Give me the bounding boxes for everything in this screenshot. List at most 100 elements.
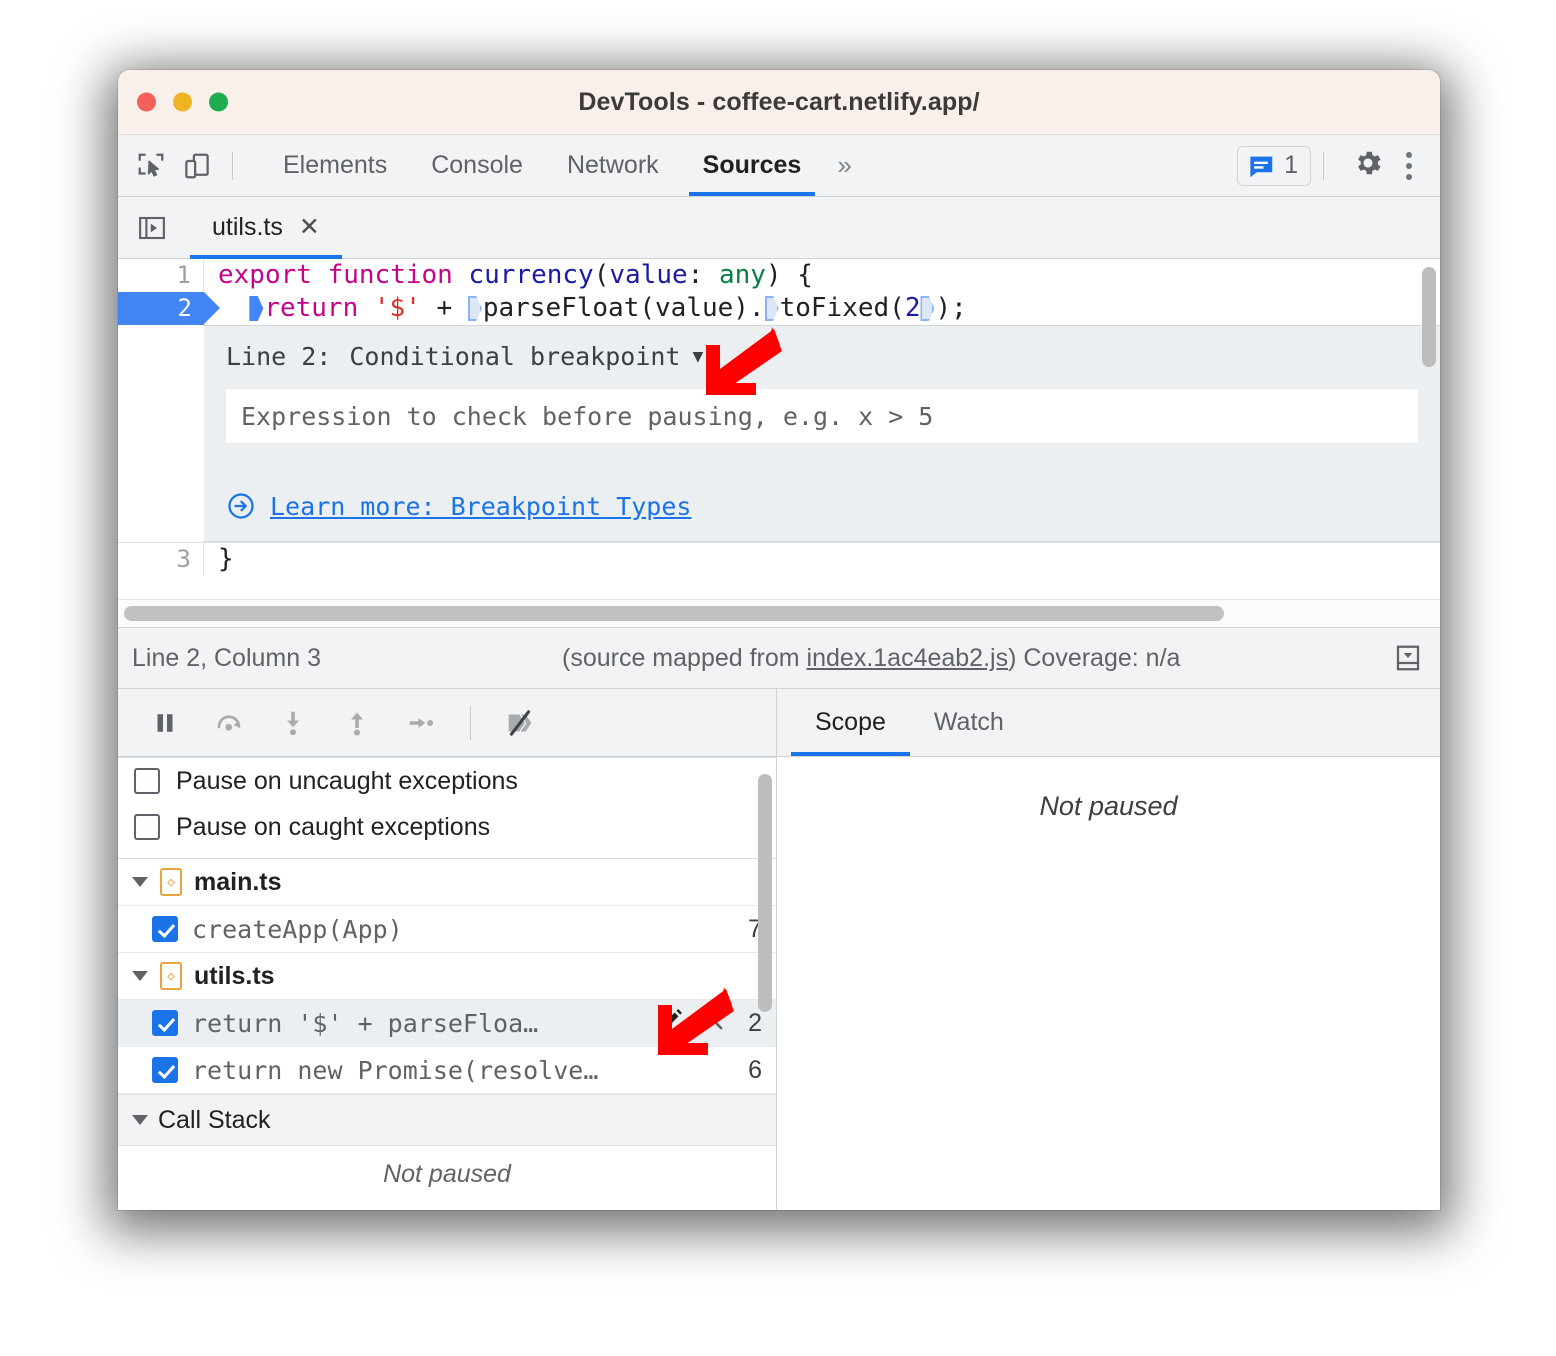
tab-network-label: Network xyxy=(566,151,659,179)
scope-watch-tabbar: Scope Watch xyxy=(777,689,1440,757)
close-window-button[interactable] xyxy=(137,92,156,112)
pause-on-uncaught-exceptions-row[interactable]: Pause on uncaught exceptions xyxy=(118,758,776,804)
settings-button[interactable] xyxy=(1336,147,1400,184)
tab-elements[interactable]: Elements xyxy=(261,135,409,196)
breakpoint-type-label: Conditional breakpoint xyxy=(349,342,681,371)
source-map-link[interactable]: index.1ac4eab2.js xyxy=(807,644,1009,672)
inline-breakpoint-marker-end[interactable] xyxy=(920,296,935,321)
cursor-position: Line 2, Column 3 xyxy=(132,643,322,672)
tab-network[interactable]: Network xyxy=(545,135,681,196)
code-editor[interactable]: 1 export function currency(value: any) {… xyxy=(118,259,1440,599)
pause-icon[interactable] xyxy=(136,694,194,752)
tab-watch-label: Watch xyxy=(933,707,1004,736)
issues-button[interactable]: 1 xyxy=(1237,145,1311,186)
chevron-down-icon[interactable] xyxy=(132,877,148,887)
call-stack-label: Call Stack xyxy=(158,1105,271,1134)
table-row[interactable]: createApp(App) 7 xyxy=(118,906,776,953)
issues-count: 1 xyxy=(1284,151,1298,179)
breakpoints-pane-scrollbar[interactable] xyxy=(758,774,772,1012)
step-out-icon[interactable] xyxy=(328,694,386,752)
inspect-cursor-icon[interactable] xyxy=(128,143,174,189)
code-line-2: 2 return '$' + parseFloat(value). toFixed… xyxy=(118,292,1440,325)
debugger-area: Pause on uncaught exceptions Pause on ca… xyxy=(118,689,1440,1210)
learn-more-label: Learn more: Breakpoint Types xyxy=(270,491,692,521)
window-titlebar: DevTools - coffee-cart.netlify.app/ xyxy=(118,70,1440,135)
pause-on-caught-exceptions-row[interactable]: Pause on caught exceptions xyxy=(118,804,776,850)
tab-watch[interactable]: Watch xyxy=(910,688,1028,756)
window-traffic-lights xyxy=(137,92,228,112)
window-title: DevTools - coffee-cart.netlify.app/ xyxy=(578,87,980,116)
tab-sources-label: Sources xyxy=(702,151,802,179)
breakpoint-enabled-checkbox[interactable] xyxy=(152,1057,178,1083)
tab-scope[interactable]: Scope xyxy=(791,688,910,756)
edit-icon[interactable] xyxy=(658,1007,684,1039)
pause-on-uncaught-exceptions-checkbox[interactable] xyxy=(134,768,160,794)
breakpoint-code-snippet: createApp(App) xyxy=(192,914,403,944)
chevron-down-icon[interactable] xyxy=(132,971,148,981)
breakpoints-pane: Pause on uncaught exceptions Pause on ca… xyxy=(118,757,776,1210)
call-stack-section-header[interactable]: Call Stack xyxy=(118,1094,776,1146)
breakpoint-condition-input[interactable]: Expression to check before pausing, e.g.… xyxy=(226,389,1418,443)
deactivate-breakpoints-icon[interactable] xyxy=(491,694,549,752)
chevron-down-icon[interactable] xyxy=(132,1115,148,1125)
editor-vertical-scrollbar[interactable] xyxy=(1422,267,1436,367)
breakpoint-group-utils-ts[interactable]: ◇ utils.ts xyxy=(118,953,776,1000)
remove-icon[interactable] xyxy=(700,1007,726,1039)
inline-breakpoint-marker-parsefloat[interactable] xyxy=(467,296,482,321)
line-number-2-breakpoint[interactable]: 2 xyxy=(118,292,220,325)
breakpoint-line-number: 2 xyxy=(748,1008,762,1037)
minimize-window-button[interactable] xyxy=(173,92,192,112)
gear-icon xyxy=(1358,151,1381,175)
maximize-window-button[interactable] xyxy=(209,92,228,112)
breakpoint-editor-header: Line 2: Conditional breakpoint ▼ xyxy=(226,342,1418,371)
breakpoint-enabled-checkbox[interactable] xyxy=(152,916,178,942)
tab-console-label: Console xyxy=(431,151,523,179)
source-map-suffix: ) xyxy=(1008,643,1017,672)
step-over-icon[interactable] xyxy=(200,694,258,752)
breakpoint-group-label: main.ts xyxy=(194,867,282,896)
pause-on-caught-exceptions-checkbox[interactable] xyxy=(134,814,160,840)
tab-sources[interactable]: Sources xyxy=(681,135,824,196)
arrow-circle-right-icon xyxy=(228,493,254,519)
line-number-3[interactable]: 3 xyxy=(118,542,204,576)
table-row[interactable]: return new Promise(resolve… 6 xyxy=(118,1047,776,1094)
breakpoint-code-snippet: return '$' + parseFloa… xyxy=(192,1008,539,1038)
breakpoint-type-dropdown[interactable]: Conditional breakpoint ▼ xyxy=(349,342,703,371)
tab-console[interactable]: Console xyxy=(409,135,545,196)
toolbar-divider-2 xyxy=(1323,151,1324,180)
breakpoint-code-snippet: return new Promise(resolve… xyxy=(192,1055,599,1085)
show-drawer-icon[interactable] xyxy=(1386,636,1430,680)
editor-horizontal-scrollbar-track[interactable] xyxy=(118,599,1440,627)
device-toolbar-icon[interactable] xyxy=(174,143,220,189)
devtools-window: DevTools - coffee-cart.netlify.app/ Elem… xyxy=(118,70,1440,1210)
show-navigator-icon[interactable] xyxy=(130,206,174,250)
breakpoint-row-actions xyxy=(658,1007,726,1039)
line-number-1[interactable]: 1 xyxy=(118,259,204,292)
source-map-info: (source mapped from index.1ac4eab2.js) C… xyxy=(562,644,1386,673)
breakpoint-line-number: 6 xyxy=(748,1055,762,1084)
step-icon[interactable] xyxy=(392,694,450,752)
file-tab-utils-ts[interactable]: utils.ts ✕ xyxy=(190,196,342,259)
debugger-right-pane: Scope Watch Not paused xyxy=(777,689,1440,1210)
breakpoint-group-label: utils.ts xyxy=(194,961,275,990)
editor-horizontal-scrollbar-thumb[interactable] xyxy=(124,606,1224,621)
pause-on-caught-exceptions-label: Pause on caught exceptions xyxy=(176,812,491,841)
inline-breakpoint-marker-tofixed[interactable] xyxy=(764,296,779,321)
inline-breakpoint-marker-active[interactable] xyxy=(249,296,264,321)
close-icon[interactable]: ✕ xyxy=(299,215,320,240)
source-file-icon: ◇ xyxy=(160,962,182,990)
breakpoint-enabled-checkbox[interactable] xyxy=(152,1010,178,1036)
debugger-left-pane: Pause on uncaught exceptions Pause on ca… xyxy=(118,689,777,1210)
main-menu-button[interactable] xyxy=(1400,151,1426,180)
table-row[interactable]: return '$' + parseFloa… 2 xyxy=(118,1000,776,1047)
toolbar-divider xyxy=(232,151,233,180)
step-into-icon[interactable] xyxy=(264,694,322,752)
learn-more-link[interactable]: Learn more: Breakpoint Types xyxy=(226,491,1418,521)
chevron-down-icon: ▼ xyxy=(692,346,704,367)
breakpoint-group-main-ts[interactable]: ◇ main.ts xyxy=(118,859,776,906)
source-map-prefix: (source mapped from xyxy=(562,643,807,672)
kebab-dot-2 xyxy=(1406,162,1412,169)
message-issues-icon xyxy=(1249,156,1273,177)
more-tabs-button[interactable]: » xyxy=(823,150,862,181)
code-line-1: 1 export function currency(value: any) { xyxy=(118,259,1440,292)
